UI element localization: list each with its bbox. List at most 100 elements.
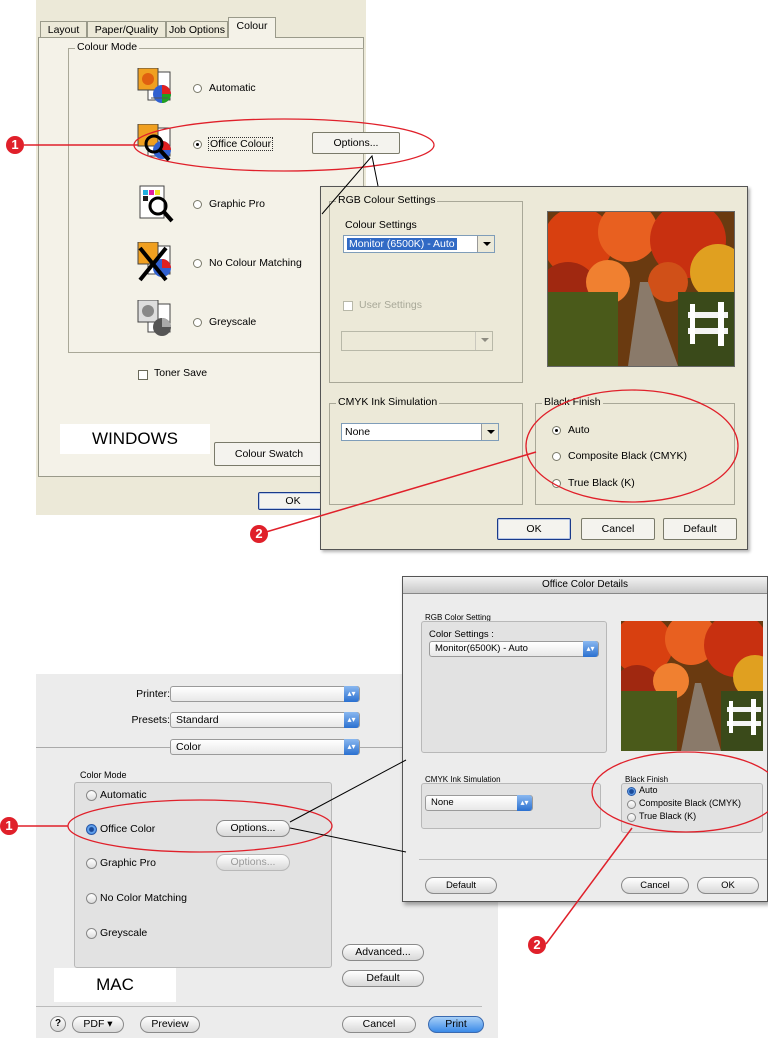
details-radio-composite[interactable] <box>627 800 636 809</box>
radio-office-colour[interactable] <box>193 140 202 149</box>
label-greyscale: Greyscale <box>209 316 257 328</box>
panel-value: Color <box>176 741 202 753</box>
mac-label-automatic: Automatic <box>100 789 147 801</box>
automatic-colour-icon <box>136 67 176 108</box>
tab-layout[interactable]: Layout <box>40 21 87 37</box>
mac-print-button[interactable]: Print <box>428 1016 484 1033</box>
radio-black-true[interactable] <box>552 479 561 488</box>
details-ok-button[interactable]: OK <box>697 877 759 894</box>
rgb-colour-settings-title: RGB Colour Settings <box>336 194 438 206</box>
label-no-colour-matching: No Colour Matching <box>209 257 302 269</box>
chevron-down-icon <box>481 424 498 440</box>
details-colour-settings-label: Color Settings : <box>429 629 494 640</box>
mac-advanced-button[interactable]: Advanced... <box>342 944 424 961</box>
help-icon[interactable]: ? <box>50 1016 66 1032</box>
office-colour-options-button[interactable]: Options... <box>312 132 400 154</box>
radio-graphic-pro[interactable] <box>193 200 202 209</box>
black-finish-title: Black Finish <box>542 396 603 408</box>
radio-automatic[interactable] <box>193 84 202 93</box>
details-cmyk-value: None <box>431 797 454 808</box>
mac-colour-mode-group <box>74 782 332 968</box>
radio-greyscale[interactable] <box>193 318 202 327</box>
details-title: Office Color Details <box>542 579 628 590</box>
cmyk-ink-simulation-value: None <box>345 426 371 438</box>
options-cancel-button[interactable]: Cancel <box>581 518 655 540</box>
radio-no-colour-matching[interactable] <box>193 259 202 268</box>
mac-preview-button[interactable]: Preview <box>140 1016 200 1033</box>
cmyk-ink-simulation-select[interactable]: None <box>341 423 499 441</box>
toner-save-label: Toner Save <box>154 367 208 379</box>
mac-label-graphic-pro: Graphic Pro <box>100 857 157 869</box>
graphic-pro-icon <box>136 184 176 224</box>
mac-default-button[interactable]: Default <box>342 970 424 987</box>
greyscale-icon <box>136 299 176 340</box>
mac-radio-greyscale[interactable] <box>86 928 97 939</box>
colour-settings-select[interactable]: Monitor (6500K) - Auto <box>343 235 495 253</box>
mac-office-options-button[interactable]: Options... <box>216 820 290 837</box>
details-cancel-button[interactable]: Cancel <box>621 877 689 894</box>
tab-paper-quality[interactable]: Paper/Quality <box>87 21 166 37</box>
label-graphic-pro: Graphic Pro <box>209 198 266 210</box>
toner-save-checkbox[interactable] <box>138 370 148 380</box>
details-preview-photo <box>621 621 763 751</box>
details-colour-settings-popup[interactable]: Monitor(6500K) - Auto ▴▾ <box>429 641 599 657</box>
updown-arrow-icon: ▴▾ <box>517 795 532 811</box>
colour-settings-value: Monitor (6500K) - Auto <box>347 238 457 250</box>
details-label-auto: Auto <box>639 785 658 795</box>
windows-printer-dialog: Layout Paper/Quality Job Options Colour … <box>36 0 400 515</box>
mac-radio-no-color-matching[interactable] <box>86 893 97 904</box>
user-settings-select[interactable] <box>341 331 493 351</box>
label-black-auto: Auto <box>568 424 590 436</box>
details-radio-true-black[interactable] <box>627 813 636 822</box>
label-automatic: Automatic <box>209 82 256 94</box>
windows-platform-tag: WINDOWS <box>60 424 210 454</box>
mac-colour-mode-title: Color Mode <box>80 770 127 780</box>
details-separator <box>419 859 767 860</box>
colour-preview-photo <box>547 211 735 367</box>
presets-popup[interactable]: Standard ▴▾ <box>170 712 360 728</box>
details-radio-auto[interactable] <box>627 787 636 796</box>
mac-cancel-button[interactable]: Cancel <box>342 1016 416 1033</box>
colour-settings-label: Colour Settings <box>345 219 417 231</box>
callout-badge-2-windows: 2 <box>250 525 268 543</box>
printer-popup[interactable]: ▴▾ <box>170 686 360 702</box>
label-black-true: True Black (K) <box>568 477 635 489</box>
updown-arrow-icon: ▴▾ <box>583 641 598 657</box>
details-default-button[interactable]: Default <box>425 877 497 894</box>
no-colour-matching-icon <box>136 241 176 282</box>
bottom-separator <box>36 1006 482 1007</box>
radio-black-composite[interactable] <box>552 452 561 461</box>
user-settings-checkbox[interactable] <box>343 301 353 311</box>
colour-mode-title: Colour Mode <box>75 41 140 53</box>
mac-label-office-color: Office Color <box>100 823 156 835</box>
panel-popup[interactable]: Color ▴▾ <box>170 739 360 755</box>
mac-graphic-options-button[interactable]: Options... <box>216 854 290 871</box>
printer-label: Printer: <box>136 688 170 700</box>
details-titlebar: Office Color Details <box>403 577 767 594</box>
label-office-colour: Office Colour <box>207 137 274 151</box>
tab-colour[interactable]: Colour <box>228 17 276 38</box>
colour-swatch-button[interactable]: Colour Swatch <box>214 442 324 466</box>
user-settings-label: User Settings <box>359 299 423 311</box>
tab-job-options[interactable]: Job Options <box>166 21 228 37</box>
options-default-button[interactable]: Default <box>663 518 737 540</box>
mac-radio-graphic-pro[interactable] <box>86 858 97 869</box>
callout-badge-1-mac: 1 <box>0 817 18 835</box>
mac-label-no-color-matching: No Color Matching <box>100 892 187 904</box>
office-colour-icon <box>136 123 176 164</box>
updown-arrow-icon: ▴▾ <box>344 686 359 702</box>
callout-badge-1-windows: 1 <box>6 136 24 154</box>
windows-ok-button[interactable]: OK <box>258 492 328 510</box>
pdf-menu-button[interactable]: PDF ▾ <box>72 1016 124 1033</box>
mac-radio-office-color[interactable] <box>86 824 97 835</box>
chevron-down-icon <box>475 332 492 350</box>
presets-value: Standard <box>176 714 219 726</box>
mac-radio-automatic[interactable] <box>86 790 97 801</box>
details-colour-settings-value: Monitor(6500K) - Auto <box>435 643 528 654</box>
chevron-down-icon <box>477 236 494 252</box>
details-label-true-black: True Black (K) <box>639 811 697 821</box>
radio-black-auto[interactable] <box>552 426 561 435</box>
details-cmyk-popup[interactable]: None ▴▾ <box>425 795 533 811</box>
callout-badge-2-mac: 2 <box>528 936 546 954</box>
options-ok-button[interactable]: OK <box>497 518 571 540</box>
